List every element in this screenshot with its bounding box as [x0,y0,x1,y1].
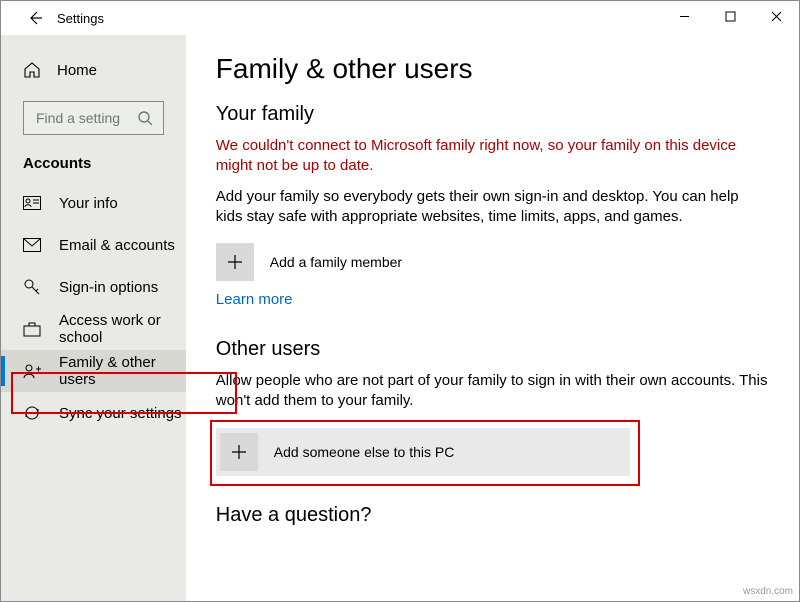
home-link[interactable]: Home [1,49,186,91]
search-input[interactable] [34,109,137,127]
titlebar: Settings [1,1,799,35]
other-users-heading: Other users [216,338,769,361]
add-someone-else-label: Add someone else to this PC [274,444,455,460]
key-icon [23,278,41,296]
section-heading: Accounts [1,135,186,182]
sidebar: Home Accounts Your info Email & ac [1,35,186,601]
search-box[interactable] [23,101,164,135]
person-card-icon [23,196,41,210]
nav-label: Email & accounts [59,237,175,254]
arrow-left-icon [27,10,43,26]
window-title: Settings [57,11,104,26]
search-icon [137,110,153,126]
learn-more-link[interactable]: Learn more [216,291,769,308]
minimize-button[interactable] [661,1,707,31]
watermark: wsxdn.com [743,586,793,597]
window-controls [661,1,799,31]
add-family-label: Add a family member [270,254,402,270]
settings-window: Settings Home Accounts [0,0,800,602]
plus-icon [220,433,258,471]
nav-label: Your info [59,195,118,212]
family-description: Add your family so everybody gets their … [216,187,769,228]
mail-icon [23,238,41,252]
nav-label: Access work or school [59,312,186,346]
other-users-description: Allow people who are not part of your fa… [216,371,769,412]
maximize-button[interactable] [707,1,753,31]
nav-label: Sync your settings [59,405,182,422]
nav-list: Your info Email & accounts Sign-in optio… [1,182,186,434]
nav-signin-options[interactable]: Sign-in options [1,266,186,308]
sync-icon [23,404,41,422]
home-label: Home [57,62,97,79]
page-title: Family & other users [216,53,769,85]
nav-your-info[interactable]: Your info [1,182,186,224]
add-someone-else-button[interactable]: Add someone else to this PC [216,428,630,476]
add-family-member-button[interactable]: Add a family member [216,243,769,281]
back-button[interactable] [21,4,49,32]
briefcase-icon [23,322,41,337]
question-heading: Have a question? [216,504,769,527]
home-icon [23,61,41,79]
nav-family-other-users[interactable]: Family & other users [1,350,186,392]
people-icon [23,363,41,379]
body: Home Accounts Your info Email & ac [1,35,799,601]
close-button[interactable] [753,1,799,31]
family-heading: Your family [216,103,769,126]
content-pane: Family & other users Your family We coul… [186,35,799,601]
nav-sync-settings[interactable]: Sync your settings [1,392,186,434]
nav-label: Family & other users [59,354,186,388]
family-error-text: We couldn't connect to Microsoft family … [216,136,769,177]
nav-access-work-school[interactable]: Access work or school [1,308,186,350]
plus-icon [216,243,254,281]
nav-label: Sign-in options [59,279,158,296]
nav-email-accounts[interactable]: Email & accounts [1,224,186,266]
